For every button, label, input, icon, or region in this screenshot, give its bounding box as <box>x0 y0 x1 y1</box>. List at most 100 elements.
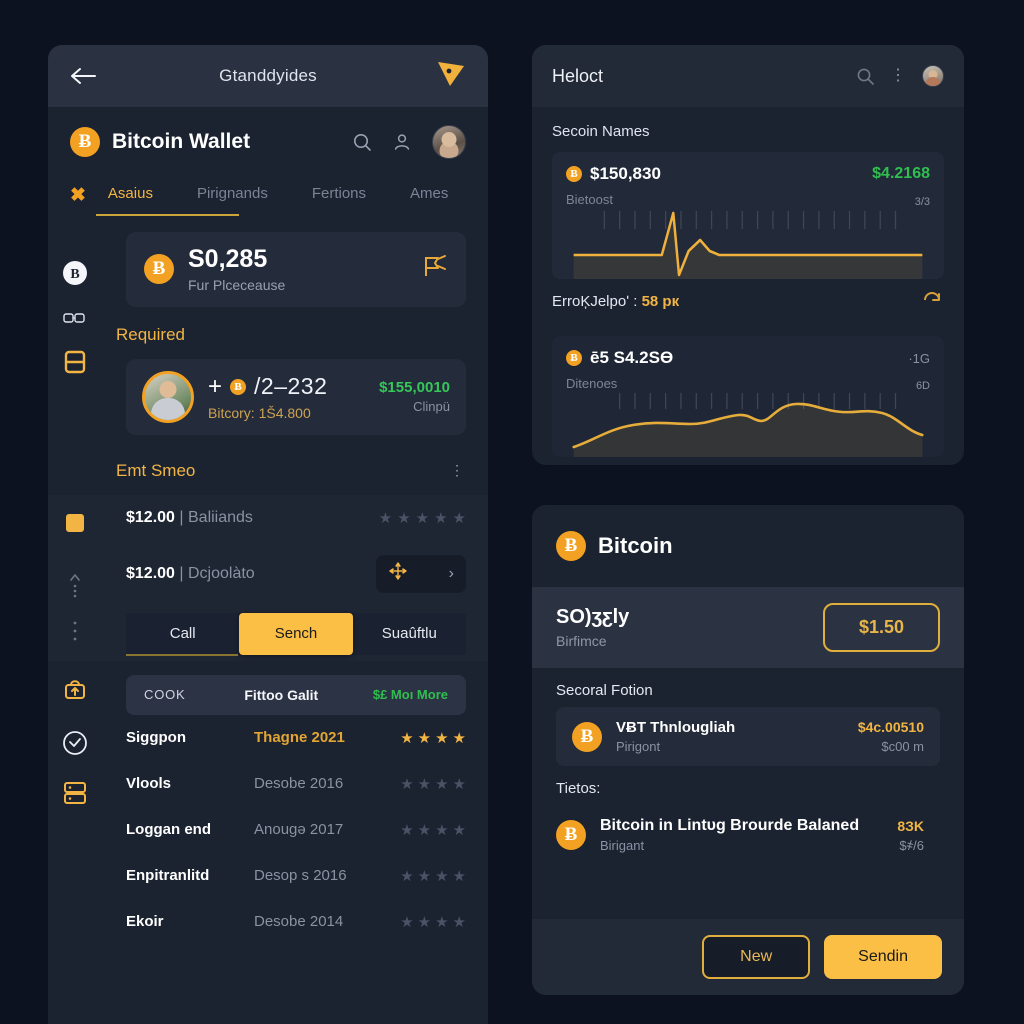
item-title: Bitcoin in Lintᴜg Brourde Balaned <box>600 817 860 834</box>
avatar[interactable] <box>432 125 466 159</box>
rating-stars[interactable]: ★ ★ ★ ★ <box>400 821 466 839</box>
list-item-date: Thagne 2021 <box>254 729 345 746</box>
right-bottom-panel: Ƀ Bitcoin SO)ʒƹly Birfimce $1.50 Secoral… <box>532 505 964 995</box>
right-panel-title: Heloct <box>552 65 604 86</box>
star-icon: ★ <box>400 775 414 793</box>
item-subtitle: Pirigont <box>616 739 661 754</box>
more-vertical-icon[interactable] <box>72 620 78 642</box>
star-icon: ★ <box>435 821 449 839</box>
list-item[interactable]: Enpitranlitd Desop s 2016 ★ ★ ★ ★ <box>48 853 488 899</box>
balance-amount: S0,285 <box>188 245 268 273</box>
bitcoin-panel-header: Ƀ Bitcoin <box>532 505 964 587</box>
star-icon: ★ <box>378 509 393 527</box>
list-item-name: Siɡgpon <box>126 729 186 746</box>
segment-suauftlu[interactable]: Suaûftlu <box>353 613 466 655</box>
bitcoin-coin-icon: Ƀ <box>556 531 586 561</box>
list-item[interactable]: Ekoir Desobe 2014 ★ ★ ★ ★ <box>48 899 488 945</box>
bitcoin-circle-icon[interactable]: B <box>62 260 88 286</box>
more-vertical-icon[interactable]: ⋮ <box>450 462 466 479</box>
svg-text:B: B <box>70 267 79 282</box>
item-value: 8ЗK <box>897 817 924 834</box>
star-icon: ★ <box>415 509 430 527</box>
more-vertical-icon[interactable]: ⋮ <box>890 68 906 84</box>
item-value: $4с.00510 <box>857 719 924 735</box>
tab-asaius[interactable]: Asaius <box>108 175 153 216</box>
star-icon: ★ <box>435 913 449 931</box>
glasses-icon[interactable] <box>63 310 87 326</box>
price-pill[interactable]: $1.50 <box>822 603 940 652</box>
rating-stars[interactable]: ★ ★ ★ ★ <box>400 775 466 793</box>
triangle-badge-icon[interactable] <box>436 60 466 93</box>
star-icon: ★ <box>434 509 448 527</box>
segment-indicator <box>126 653 239 656</box>
list-item-date: Anougə 2017 <box>254 821 344 838</box>
list-item[interactable]: Ƀ VɃT Thnlougliah Pirigont $4с.00510 $с0… <box>556 707 940 766</box>
list-item-name: Vlools <box>126 775 172 792</box>
table-row[interactable]: $12.00 | Baliiands ★ ★ ★ ★ ★ <box>48 495 488 541</box>
close-icon[interactable]: ✖ <box>70 184 86 207</box>
rating-stars[interactable]: ★ ★ ★ ★ <box>400 729 466 747</box>
star-icon: ★ <box>397 509 411 527</box>
supply-title: SO)ʒƹly <box>556 606 630 628</box>
star-icon: ★ <box>417 913 432 931</box>
bitcoin-coin-icon: Ƀ <box>572 721 602 752</box>
list-item[interactable]: Siɡgpon Thagne 2021 ★ ★ ★ ★ <box>48 715 488 761</box>
spark-card-1[interactable]: Ƀ $150,830 $4.2168 Bietoost 3/3 <box>552 152 944 279</box>
segment-call[interactable]: Call <box>126 613 239 655</box>
back-arrow-icon[interactable] <box>70 66 96 86</box>
required-card[interactable]: + Ƀ /2–232 Bitcory: 1Š4.800 $155,0010 Cl… <box>126 358 466 435</box>
emt-section-header: Emt Smeo ⋮ <box>48 435 488 481</box>
required-title: Required <box>116 324 185 344</box>
table-row[interactable]: $12.00 | Dcjoolàto › <box>48 541 488 607</box>
server-icon[interactable] <box>62 780 88 806</box>
rating-stars[interactable]: ★ ★ ★ ★ <box>400 913 466 931</box>
star-icon: ★ <box>417 867 432 885</box>
column-header-more[interactable]: $£ Moı More <box>348 687 448 702</box>
wallet-icon[interactable] <box>64 350 86 374</box>
tab-pirignands[interactable]: Pirignands <box>197 175 268 216</box>
tab-ames[interactable]: Ames <box>410 175 448 216</box>
spark-change: $4.2168 <box>872 165 930 182</box>
rating-stars[interactable]: ★ ★ ★ ★ ★ <box>379 509 466 527</box>
balance-card[interactable]: Ƀ S0,285 Fur Plceceause <box>126 232 466 307</box>
search-icon[interactable] <box>856 67 874 85</box>
transaction-separator: | <box>179 508 184 526</box>
list-item[interactable]: Loggan end Anougə 2017 ★ ★ ★ ★ <box>48 807 488 853</box>
required-subtitle: Bitcory: 1Š4.800 <box>208 404 311 421</box>
segment-sench[interactable]: Sench <box>239 612 353 655</box>
list-item[interactable]: Vlools Desobe 2016 ★ ★ ★ ★ <box>48 761 488 807</box>
star-icon: ★ <box>400 821 414 839</box>
share-flag-icon[interactable] <box>422 254 448 285</box>
person-icon[interactable] <box>392 132 412 152</box>
transaction-separator: | <box>179 564 184 582</box>
spark-change: ·1G <box>908 350 930 366</box>
star-icon: ★ <box>435 867 449 885</box>
star-icon: ★ <box>452 509 466 527</box>
new-button[interactable]: New <box>702 935 811 979</box>
supply-row: SO)ʒƹly Birfimce $1.50 <box>532 587 964 668</box>
spark-label: Bietoost <box>566 192 613 207</box>
left-topbar-title: Gtanddyides <box>219 66 317 85</box>
star-icon: ★ <box>417 729 432 747</box>
search-icon[interactable] <box>352 132 372 152</box>
list-item-name: Loggan end <box>126 821 211 838</box>
lock-upload-icon[interactable] <box>63 676 87 700</box>
transaction-action-card[interactable]: › <box>376 554 466 593</box>
send-button[interactable]: Sendin <box>824 935 942 979</box>
check-circle-icon[interactable] <box>62 730 88 756</box>
star-icon: ★ <box>435 775 449 793</box>
right-top-panel: Heloct ⋮ Secoin Names Ƀ $150,830 $4.2168… <box>532 45 964 465</box>
spark-card-2[interactable]: Ƀ ē5 S4.2Sϴ ·1G Ditenoes 6D <box>552 336 944 457</box>
app-root: Gtanddyides Ƀ Bitcoin Wallet ✖ Asaius Pi… <box>0 0 1024 1024</box>
plus-sign: + <box>208 372 223 400</box>
avatar[interactable] <box>922 65 944 87</box>
required-section-header: Required <box>48 307 488 345</box>
star-icon: ★ <box>435 729 449 747</box>
rating-stars[interactable]: ★ ★ ★ ★ <box>400 867 466 885</box>
spark-amount: $150,830 <box>590 164 661 183</box>
refresh-icon[interactable] <box>922 291 944 312</box>
secoral-fotion-title: Secoral Fotion <box>556 682 653 699</box>
list-item[interactable]: Ƀ Bitcoin in Lintᴜg Brourde Balaned Biri… <box>556 805 940 865</box>
tab-fertions[interactable]: Fertions <box>312 175 366 216</box>
